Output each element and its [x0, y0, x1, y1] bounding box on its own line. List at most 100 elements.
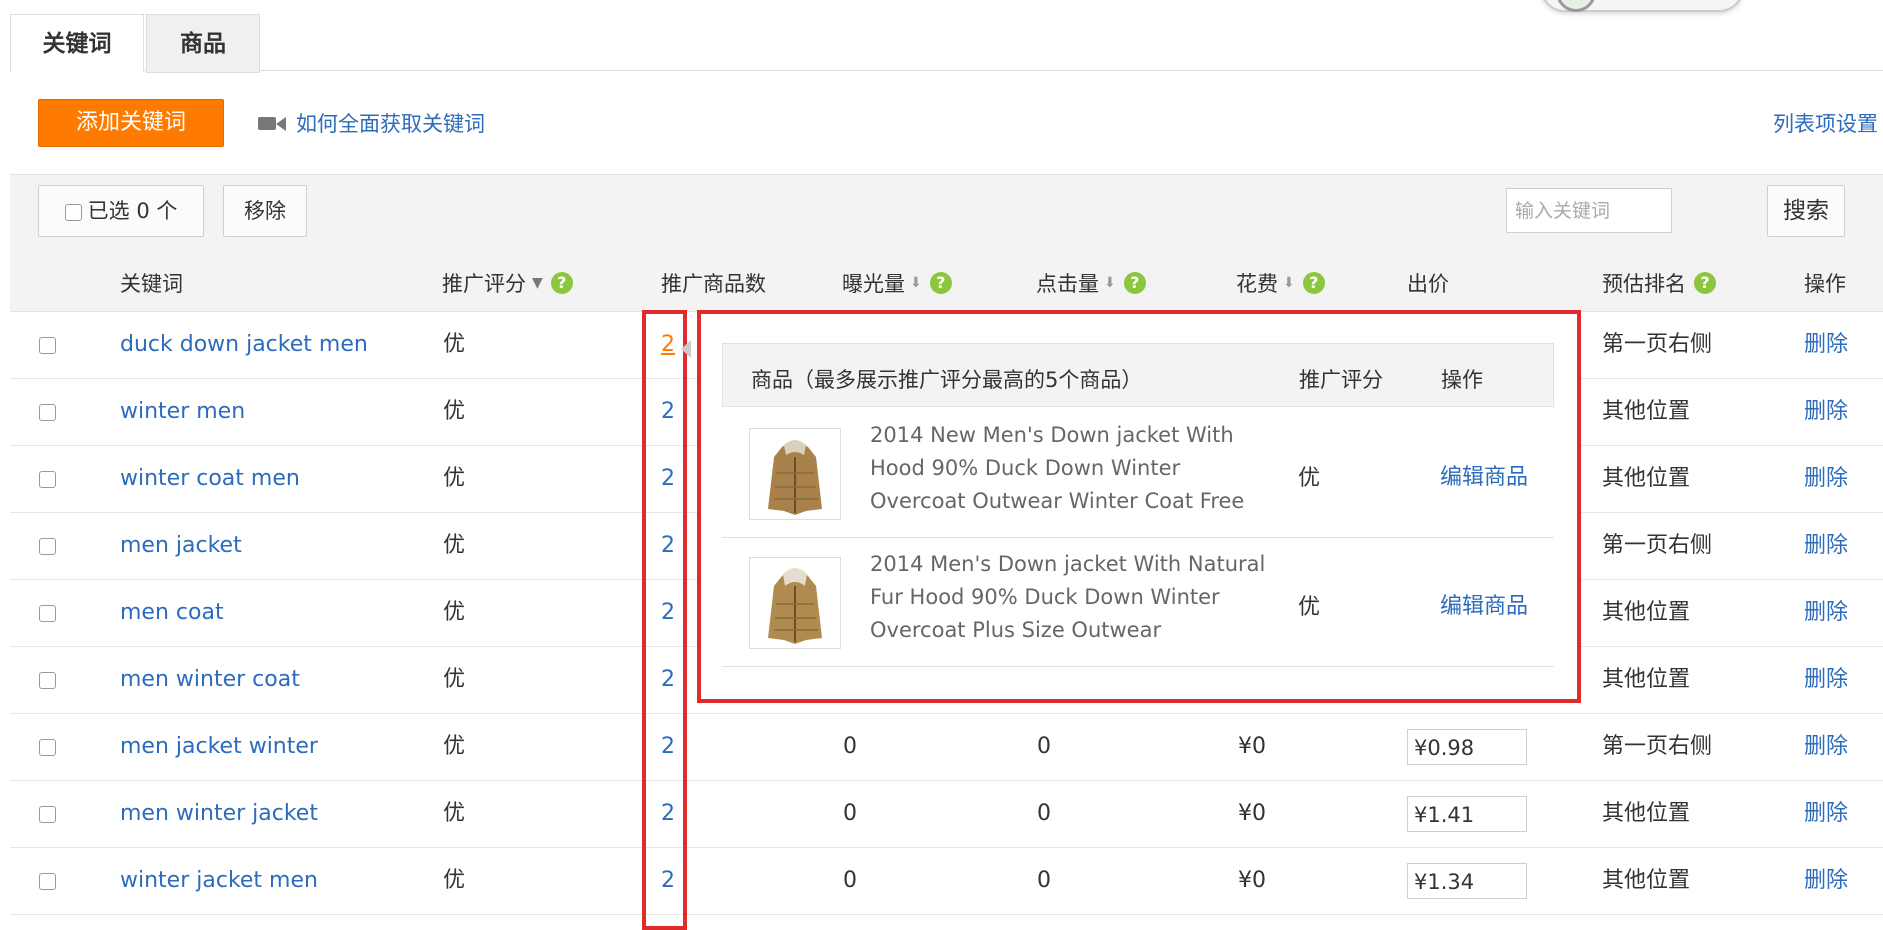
row-checkbox[interactable]: [39, 738, 56, 756]
row-checkbox[interactable]: [39, 872, 56, 890]
cost-value: ¥0: [1238, 801, 1266, 826]
help-icon[interactable]: ?: [1694, 272, 1716, 294]
est-rank-value: 第一页右侧: [1602, 734, 1713, 759]
clicks-value: 0: [1037, 868, 1051, 893]
header-score[interactable]: 推广评分 ▼?: [442, 268, 573, 298]
score-value: 优: [443, 466, 466, 491]
search-button[interactable]: 搜索: [1767, 185, 1845, 237]
popup-header-product: 商品（最多展示推广评分最高的5个商品）: [751, 368, 1143, 392]
est-rank-value: 第一页右侧: [1602, 533, 1713, 558]
selected-count-label: 已选 0 个: [87, 199, 178, 223]
score-value: 优: [443, 667, 466, 692]
delete-link[interactable]: 删除: [1804, 580, 1848, 646]
keyword-link[interactable]: men winter jacket: [120, 781, 318, 847]
exposure-value: 0: [843, 734, 857, 759]
popup-product-row: 2014 Men's Down jacket With Natural Fur …: [722, 537, 1554, 667]
popup-header-op: 操作: [1441, 368, 1483, 392]
row-checkbox[interactable]: [39, 336, 56, 354]
video-camera-icon: [258, 115, 288, 131]
caret-down-icon: ▼: [532, 275, 543, 291]
delete-link[interactable]: 删除: [1804, 781, 1848, 847]
add-keyword-button[interactable]: 添加关键词: [38, 99, 224, 147]
delete-link[interactable]: 删除: [1804, 312, 1848, 378]
delete-link[interactable]: 删除: [1804, 379, 1848, 445]
highlight-box-count-column: [642, 310, 687, 930]
help-icon[interactable]: ?: [1123, 272, 1146, 294]
row-checkbox[interactable]: [39, 671, 56, 689]
list-settings-link[interactable]: 列表项设置: [1773, 108, 1878, 138]
tab-keywords[interactable]: 关键词: [10, 14, 144, 73]
remove-button[interactable]: 移除: [223, 185, 307, 237]
clicks-value: 0: [1037, 734, 1051, 759]
popup-header: 商品（最多展示推广评分最高的5个商品） 推广评分 操作: [722, 343, 1554, 407]
help-icon[interactable]: ?: [1302, 272, 1325, 294]
est-rank-value: 其他位置: [1602, 466, 1691, 491]
product-title: 2014 New Men's Down jacket With Hood 90%…: [870, 423, 1245, 513]
delete-link[interactable]: 删除: [1804, 848, 1848, 914]
delete-link[interactable]: 删除: [1804, 714, 1848, 780]
keyword-link[interactable]: men coat: [120, 580, 224, 646]
table-row: men winter jacket 优 2 0 0 ¥0 ¥1.41 其他位置 …: [10, 781, 1883, 848]
est-rank-value: 其他位置: [1602, 600, 1691, 625]
header-cost[interactable]: 花费 ⬇?: [1236, 268, 1325, 298]
bid-input[interactable]: ¥0.98: [1407, 729, 1527, 765]
est-rank-value: 其他位置: [1602, 667, 1691, 692]
tab-products[interactable]: 商品: [146, 14, 260, 73]
est-rank-value: 其他位置: [1602, 801, 1691, 826]
bid-input[interactable]: ¥1.41: [1407, 796, 1527, 832]
keyword-link[interactable]: men jacket winter: [120, 714, 318, 780]
product-thumbnail[interactable]: [749, 557, 841, 649]
score-value: 优: [443, 399, 466, 424]
product-title: 2014 Men's Down jacket With Natural Fur …: [870, 552, 1266, 642]
table-row: winter jacket men 优 2 0 0 ¥0 ¥1.34 其他位置 …: [10, 848, 1883, 915]
header-product-count: 推广商品数: [661, 272, 766, 296]
edit-product-link[interactable]: 编辑商品: [1440, 588, 1528, 620]
delete-link[interactable]: 删除: [1804, 647, 1848, 713]
popup-header-score: 推广评分: [1299, 368, 1383, 392]
score-value: 优: [443, 868, 466, 893]
edit-product-link[interactable]: 编辑商品: [1440, 459, 1528, 491]
help-icon[interactable]: ?: [929, 272, 952, 294]
bid-input[interactable]: ¥1.34: [1407, 863, 1527, 899]
sort-arrow-icon: ⬇: [1283, 275, 1295, 291]
product-score: 优: [1298, 466, 1321, 491]
keyword-link[interactable]: men winter coat: [120, 647, 300, 713]
popup-product-row: 2014 New Men's Down jacket With Hood 90%…: [722, 408, 1554, 538]
row-checkbox[interactable]: [39, 805, 56, 823]
help-link[interactable]: 如何全面获取关键词: [258, 108, 485, 138]
row-checkbox[interactable]: [39, 604, 56, 622]
keyword-link[interactable]: winter men: [120, 379, 245, 445]
delete-link[interactable]: 删除: [1804, 513, 1848, 579]
keyword-link[interactable]: duck down jacket men: [120, 312, 368, 378]
select-all-checkbox[interactable]: [64, 203, 82, 221]
product-thumbnail[interactable]: [749, 428, 841, 520]
keyword-search-input[interactable]: [1506, 188, 1672, 233]
header-clicks[interactable]: 点击量 ⬇?: [1036, 268, 1146, 298]
table-row: men jacket winter 优 2 0 0 ¥0 ¥0.98 第一页右侧…: [10, 714, 1883, 781]
keyword-link[interactable]: winter coat men: [120, 446, 300, 512]
sort-arrow-icon: ⬇: [1104, 275, 1116, 291]
row-checkbox[interactable]: [39, 403, 56, 421]
help-icon[interactable]: ?: [550, 272, 573, 294]
clicks-value: 0: [1037, 801, 1051, 826]
delete-link[interactable]: 删除: [1804, 446, 1848, 512]
sort-arrow-icon: ⬇: [910, 275, 922, 291]
keyword-link[interactable]: winter jacket men: [120, 848, 318, 914]
exposure-value: 0: [843, 801, 857, 826]
header-operation: 操作: [1804, 272, 1846, 296]
cost-value: ¥0: [1238, 868, 1266, 893]
est-rank-value: 第一页右侧: [1602, 332, 1713, 357]
header-bid: 出价: [1407, 272, 1449, 296]
header-exposure[interactable]: 曝光量 ⬇?: [842, 268, 952, 298]
help-link-label: 如何全面获取关键词: [296, 112, 485, 136]
widget-icon: [1556, 0, 1596, 12]
tabs-divider: [10, 70, 1883, 71]
select-all-button[interactable]: 已选 0 个: [38, 185, 204, 237]
floating-widget: [1540, 0, 1744, 12]
header-keyword: 关键词: [120, 272, 183, 296]
score-value: 优: [443, 734, 466, 759]
row-checkbox[interactable]: [39, 470, 56, 488]
row-checkbox[interactable]: [39, 537, 56, 555]
keyword-link[interactable]: men jacket: [120, 513, 242, 579]
score-value: 优: [443, 533, 466, 558]
